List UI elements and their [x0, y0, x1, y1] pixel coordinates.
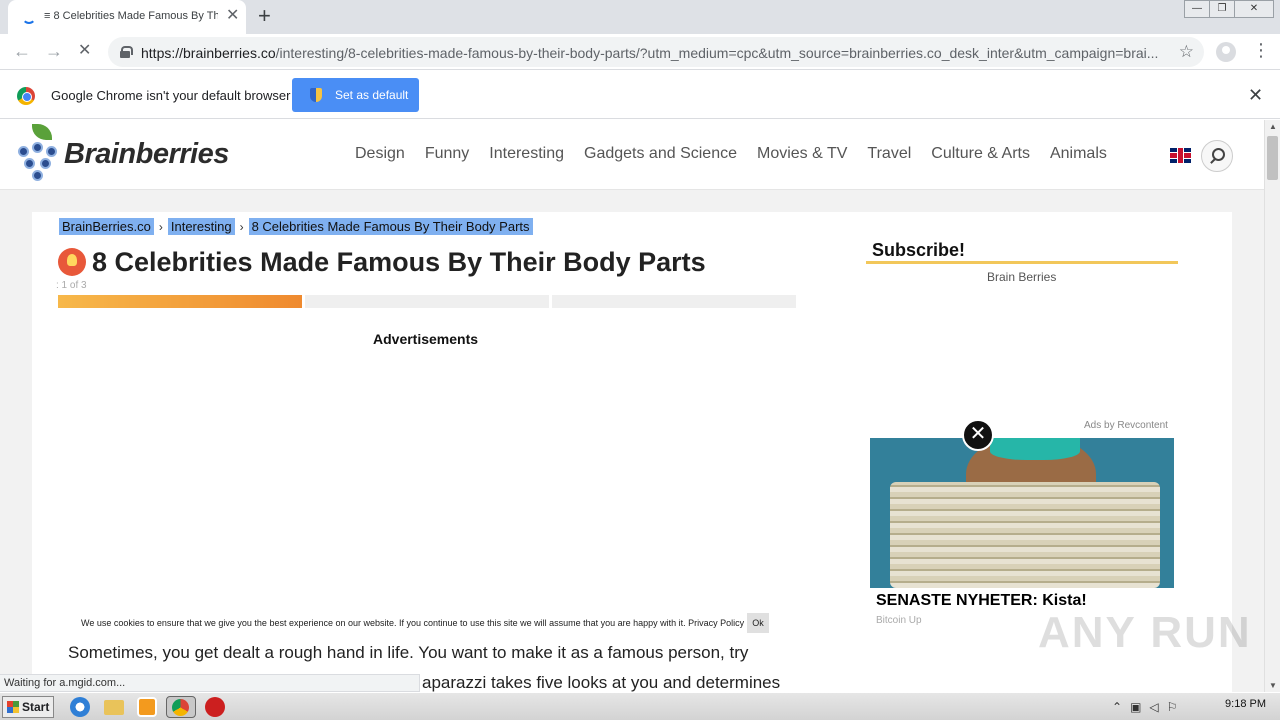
progress-segment-3[interactable] — [552, 295, 796, 308]
logo-berry — [40, 158, 51, 169]
progress-segment-2[interactable] — [305, 295, 549, 308]
article-line: Sometimes, you get dealt a rough hand in… — [68, 643, 749, 662]
nav-item-travel[interactable]: Travel — [867, 145, 911, 163]
site-name[interactable]: Brainberries — [64, 138, 229, 171]
anyrun-watermark: ANY RUN — [1038, 608, 1252, 657]
browser-toolbar: ← → ✕ https://brainberries.co/interestin… — [0, 34, 1280, 70]
breadcrumb-interesting[interactable]: Interesting — [167, 218, 235, 235]
profile-avatar-icon[interactable] — [1216, 42, 1236, 62]
nav-item-interesting[interactable]: Interesting — [489, 145, 564, 163]
window-controls: — ❐ ✕ — [1184, 0, 1274, 18]
logo-berry — [24, 158, 35, 169]
cookie-text: We use cookies to ensure that we give yo… — [81, 618, 745, 628]
ads-by-label[interactable]: Ads by Revcontent — [1084, 420, 1168, 431]
site-header: Brainberries Design Funny Interesting Ga… — [0, 120, 1264, 190]
url-path: /interesting/8-celebrities-made-famous-b… — [275, 45, 1159, 61]
chrome-logo-icon — [17, 87, 35, 105]
restore-button[interactable]: ❐ — [1209, 0, 1235, 18]
uk-flag-icon[interactable] — [1170, 148, 1191, 163]
subscribe-brand[interactable]: Brain Berries — [987, 270, 1056, 284]
breadcrumb-home[interactable]: BrainBerries.co — [59, 218, 154, 235]
chrome-taskbar-icon[interactable] — [166, 696, 196, 718]
uac-shield-icon — [310, 88, 322, 102]
url-host: https://brainberries.co — [141, 45, 276, 61]
address-bar[interactable]: https://brainberries.co/interesting/8-ce… — [108, 37, 1204, 67]
stop-loading-button[interactable]: ✕ — [78, 41, 91, 61]
volume-icon[interactable]: ◁ — [1149, 700, 1158, 714]
page-viewport: Brainberries Design Funny Interesting Ga… — [0, 120, 1264, 692]
nav-item-movies-tv[interactable]: Movies & TV — [757, 145, 847, 163]
cookie-notice: We use cookies to ensure that we give yo… — [81, 612, 771, 634]
browser-tab[interactable]: ≡ 8 Celebrities Made Famous By The ✕ — [8, 0, 246, 34]
progress-segment-1[interactable] — [58, 295, 302, 308]
loading-spinner-icon — [22, 10, 36, 24]
start-button[interactable]: Start — [2, 696, 54, 718]
ad-image[interactable] — [870, 438, 1174, 588]
media-player-icon[interactable] — [137, 697, 157, 717]
subscribe-title: Subscribe! — [872, 240, 966, 260]
page-scrollbar[interactable]: ▲ ▼ — [1264, 120, 1280, 692]
tab-close-icon[interactable]: ✕ — [226, 7, 239, 25]
logo-berry — [18, 146, 29, 157]
main-nav: Design Funny Interesting Gadgets and Sci… — [355, 145, 1127, 163]
bookmark-star-icon[interactable]: ☆ — [1179, 42, 1194, 62]
back-button[interactable]: ← — [13, 41, 31, 61]
infobar-message: Google Chrome isn't your default browser — [51, 88, 291, 103]
nav-item-animals[interactable]: Animals — [1050, 145, 1107, 163]
breadcrumb-separator: › — [158, 219, 163, 234]
breadcrumb-current: 8 Celebrities Made Famous By Their Body … — [248, 218, 533, 235]
scroll-down-icon[interactable]: ▼ — [1269, 681, 1277, 690]
logo-leaf — [32, 124, 52, 140]
breadcrumb: BrainBerries.co › Interesting › 8 Celebr… — [59, 218, 533, 235]
cookie-ok-button[interactable]: Ok — [747, 613, 769, 633]
brainberries-logo-icon[interactable] — [16, 124, 60, 186]
infobar-close-icon[interactable]: ✕ — [1248, 85, 1263, 106]
lock-icon[interactable] — [120, 46, 133, 58]
internet-explorer-icon[interactable] — [70, 697, 90, 717]
logo-berry — [46, 146, 57, 157]
advertisements-label: Advertisements — [373, 331, 479, 347]
page-title: 8 Celebrities Made Famous By Their Body … — [92, 247, 706, 277]
ad-close-icon[interactable]: ✕ — [962, 419, 994, 451]
tab-strip: ≡ 8 Celebrities Made Famous By The ✕ + —… — [0, 0, 1280, 34]
nav-item-gadgets-and-science[interactable]: Gadgets and Science — [584, 145, 737, 163]
minimize-button[interactable]: — — [1184, 0, 1210, 18]
lightbulb-icon — [58, 248, 86, 276]
url-text[interactable]: https://brainberries.co/interesting/8-ce… — [141, 45, 1171, 61]
windows-logo-icon — [7, 701, 19, 713]
nav-item-funny[interactable]: Funny — [425, 145, 469, 163]
tray-expand-icon[interactable]: ⌃ — [1112, 700, 1122, 714]
logo-berry — [32, 142, 43, 153]
tab-title: ≡ 8 Celebrities Made Famous By The — [44, 10, 218, 22]
search-icon[interactable] — [1201, 140, 1233, 172]
breadcrumb-separator: › — [239, 219, 244, 234]
scroll-thumb[interactable] — [1267, 136, 1278, 180]
file-explorer-icon[interactable] — [104, 700, 124, 715]
nav-item-culture-arts[interactable]: Culture & Arts — [931, 145, 1030, 163]
security-app-icon[interactable] — [205, 697, 225, 717]
scroll-up-icon[interactable]: ▲ — [1269, 122, 1277, 131]
new-tab-button[interactable]: + — [258, 4, 271, 28]
default-browser-infobar: Google Chrome isn't your default browser… — [0, 71, 1280, 119]
ad-cap — [990, 438, 1080, 460]
subscribe-divider — [866, 261, 1178, 264]
status-bubble: Waiting for a.mgid.com... — [0, 674, 420, 692]
taskbar-clock[interactable]: 9:18 PM — [1225, 698, 1266, 710]
forward-button[interactable]: → — [45, 41, 63, 61]
network-icon[interactable]: ▣ — [1130, 700, 1141, 714]
action-center-flag-icon[interactable]: ⚐ — [1167, 700, 1178, 714]
windows-taskbar: Start ⌃ ▣ ◁ ⚐ 9:18 PM — [0, 692, 1280, 720]
article-progress — [58, 295, 796, 308]
start-label: Start — [22, 700, 50, 714]
ad-money-stack — [890, 482, 1160, 588]
set-as-default-button[interactable]: Set as default — [292, 78, 419, 112]
browser-menu-icon[interactable]: ⋮ — [1252, 40, 1270, 61]
set-as-default-label: Set as default — [335, 88, 409, 102]
window-close-button[interactable]: ✕ — [1234, 0, 1274, 18]
page-counter: : 1 of 3 — [56, 280, 87, 291]
logo-berry — [32, 170, 43, 181]
nav-item-design[interactable]: Design — [355, 145, 405, 163]
ad-source[interactable]: Bitcoin Up — [876, 615, 922, 626]
